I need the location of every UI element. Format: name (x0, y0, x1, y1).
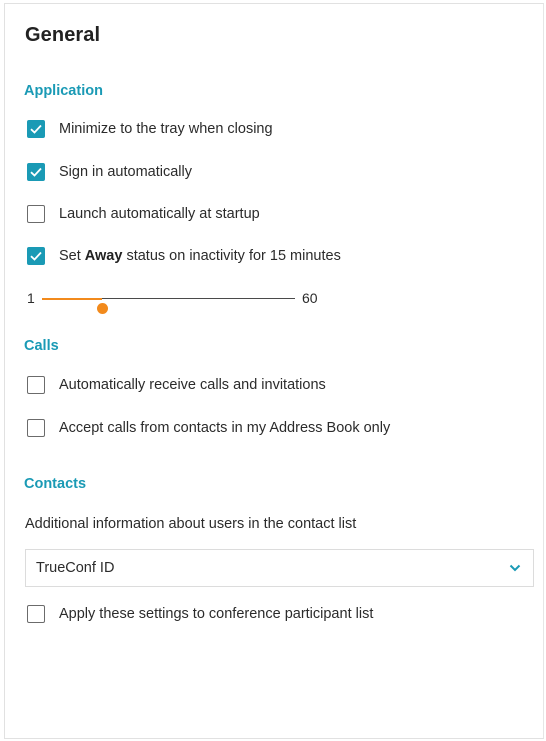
checkmark-icon (30, 124, 42, 134)
contact-info-dropdown[interactable]: TrueConf ID (25, 549, 534, 587)
launch-at-startup-checkbox[interactable] (27, 205, 45, 223)
away-status-checkbox[interactable] (27, 247, 45, 265)
checkmark-icon (30, 167, 42, 177)
away-status-label: Set Away status on inactivity for 15 min… (59, 248, 341, 264)
page-title: General (25, 24, 101, 46)
sign-in-automatically-checkbox[interactable] (27, 163, 45, 181)
slider-max-label: 60 (302, 290, 318, 306)
address-book-only-option[interactable]: Accept calls from contacts in my Address… (27, 418, 390, 438)
general-settings-panel: General Application Minimize to the tray… (4, 3, 544, 739)
away-status-suffix: status on inactivity for 15 minutes (122, 248, 341, 264)
auto-receive-calls-label: Automatically receive calls and invitati… (59, 377, 326, 393)
slider-min-label: 1 (27, 290, 35, 306)
sign-in-automatically-label: Sign in automatically (59, 164, 192, 180)
section-header-application: Application (24, 83, 103, 99)
contacts-description: Additional information about users in th… (25, 516, 357, 532)
apply-to-participants-checkbox[interactable] (27, 605, 45, 623)
apply-to-participants-option[interactable]: Apply these settings to conference parti… (27, 604, 373, 624)
auto-receive-calls-option[interactable]: Automatically receive calls and invitati… (27, 375, 326, 395)
minimize-to-tray-option[interactable]: Minimize to the tray when closing (27, 119, 273, 139)
section-header-contacts: Contacts (24, 476, 87, 492)
address-book-only-checkbox[interactable] (27, 419, 45, 437)
away-status-bold: Away (84, 248, 123, 264)
auto-receive-calls-checkbox[interactable] (27, 376, 45, 394)
inactivity-slider[interactable]: 1 60 (25, 288, 345, 314)
slider-track-fill (42, 297, 103, 300)
launch-at-startup-label: Launch automatically at startup (59, 206, 260, 222)
checkmark-icon (30, 251, 42, 261)
chevron-down-icon[interactable] (509, 563, 521, 573)
launch-at-startup-option[interactable]: Launch automatically at startup (27, 204, 260, 224)
minimize-to-tray-checkbox[interactable] (27, 120, 45, 138)
slider-thumb[interactable] (96, 303, 108, 314)
away-status-option[interactable]: Set Away status on inactivity for 15 min… (27, 246, 341, 266)
address-book-only-label: Accept calls from contacts in my Address… (59, 420, 391, 436)
away-status-prefix: Set (59, 248, 85, 264)
dropdown-selected-value: TrueConf ID (36, 560, 115, 576)
sign-in-automatically-option[interactable]: Sign in automatically (27, 162, 192, 182)
apply-to-participants-label: Apply these settings to conference parti… (59, 606, 374, 622)
section-header-calls: Calls (24, 338, 59, 354)
minimize-to-tray-label: Minimize to the tray when closing (59, 121, 273, 137)
slider-track[interactable] (42, 297, 295, 314)
